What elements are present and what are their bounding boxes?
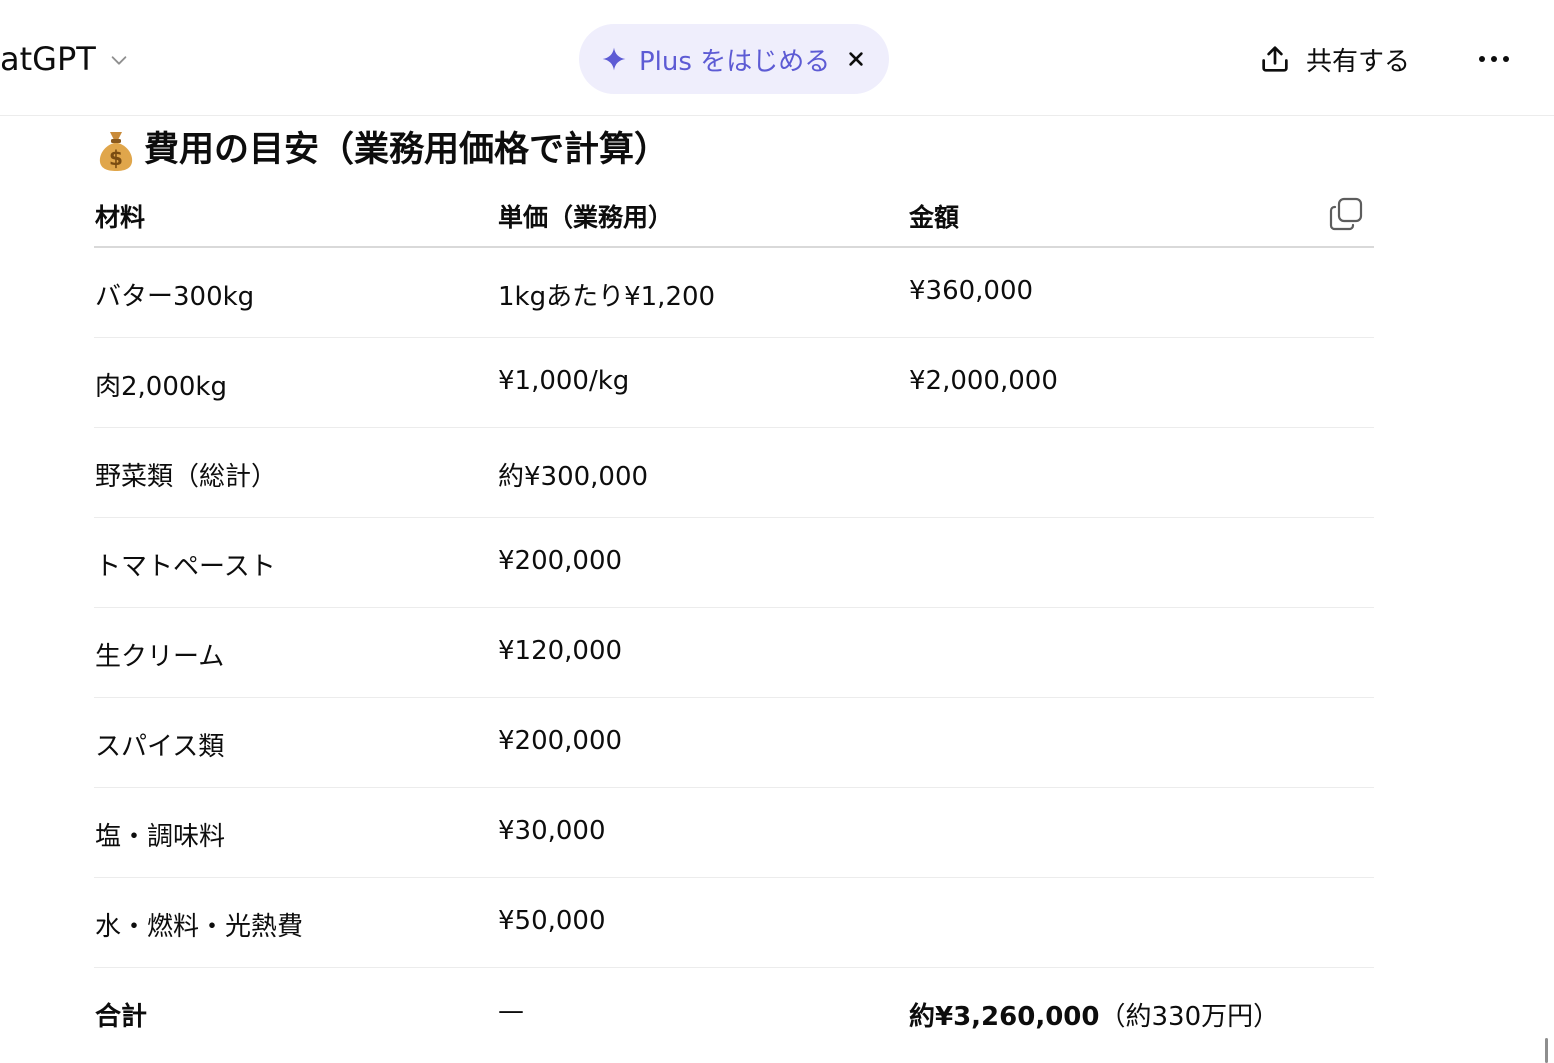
total-amount-cell: 約¥3,260,000（約330万円） [909, 996, 1279, 1033]
material-cell: 肉2,000kg [95, 372, 227, 402]
table-header: 材料 単価（業務用） 金額 [94, 182, 1374, 248]
unit-price-cell: ¥120,000 [498, 636, 623, 666]
table-row: トマトペースト ¥200,000 [94, 518, 1374, 608]
material-cell: 水・燃料・光熱費 [95, 912, 304, 942]
column-header: 材料 [95, 203, 146, 232]
unit-price-cell: ¥200,000 [498, 726, 623, 756]
upload-icon [1262, 46, 1288, 72]
more-horizontal-icon[interactable] [1474, 42, 1514, 76]
material-cell: トマトペースト [95, 552, 276, 582]
app-title: atGPT [0, 40, 96, 78]
section-title: 費用の目安（業務用価格で計算） [144, 130, 670, 170]
svg-text:$: $ [109, 146, 123, 170]
table-row: 肉2,000kg ¥1,000/kg ¥2,000,000 [94, 338, 1374, 428]
share-button[interactable]: 共有する [1258, 38, 1410, 80]
material-cell: 生クリーム [95, 642, 225, 672]
top-bar: atGPT Plus をはじめる 共有する [0, 0, 1554, 116]
upgrade-plus-banner[interactable]: Plus をはじめる [579, 24, 889, 94]
table-row: スパイス類 ¥200,000 [94, 698, 1374, 788]
section-heading: $ 費用の目安（業務用価格で計算） [96, 124, 669, 176]
material-cell: 塩・調味料 [95, 822, 226, 852]
amount-cell: ¥360,000 [909, 276, 1034, 306]
column-header: 単価（業務用） [498, 203, 674, 232]
money-bag-icon: $ [99, 132, 133, 171]
cost-table: 材料 単価（業務用） 金額 バター300kg 1kgあたり¥1,200 ¥360… [94, 182, 1374, 1058]
total-amount-note: （約330万円） [1099, 1002, 1280, 1032]
copy-icon[interactable] [1328, 196, 1364, 232]
upgrade-plus-label: Plus をはじめる [639, 46, 831, 77]
unit-price-cell: 約¥300,000 [498, 462, 649, 492]
table-row: 野菜類（総計） 約¥300,000 [94, 428, 1374, 518]
total-amount: 約¥3,260,000 [909, 1002, 1100, 1032]
scrollbar-thumb[interactable] [1545, 1038, 1548, 1063]
share-label: 共有する [1306, 46, 1411, 77]
table-row: 塩・調味料 ¥30,000 [94, 788, 1374, 878]
unit-price-cell: 1kgあたり¥1,200 [498, 282, 716, 312]
total-label: 合計 [95, 1002, 148, 1032]
unit-price-cell: ¥50,000 [498, 906, 606, 936]
column-header: 金額 [909, 203, 960, 232]
chevron-down-icon [111, 56, 127, 65]
table-row: 生クリーム ¥120,000 [94, 608, 1374, 698]
model-selector[interactable]: atGPT [0, 38, 130, 80]
unit-price-cell: ¥30,000 [498, 816, 606, 846]
material-cell: バター300kg [95, 282, 255, 312]
amount-cell: ¥2,000,000 [909, 366, 1058, 396]
material-cell: スパイス類 [95, 732, 225, 762]
table-row: 水・燃料・光熱費 ¥50,000 [94, 878, 1374, 968]
total-unit-price: — [498, 996, 524, 1026]
sparkle-icon [602, 47, 626, 71]
unit-price-cell: ¥200,000 [498, 546, 623, 576]
table-total-row: 合計 — 約¥3,260,000（約330万円） [94, 968, 1374, 1058]
unit-price-cell: ¥1,000/kg [498, 366, 630, 396]
close-icon[interactable] [843, 46, 869, 72]
material-cell: 野菜類（総計） [95, 462, 278, 492]
table-row: バター300kg 1kgあたり¥1,200 ¥360,000 [94, 248, 1374, 338]
